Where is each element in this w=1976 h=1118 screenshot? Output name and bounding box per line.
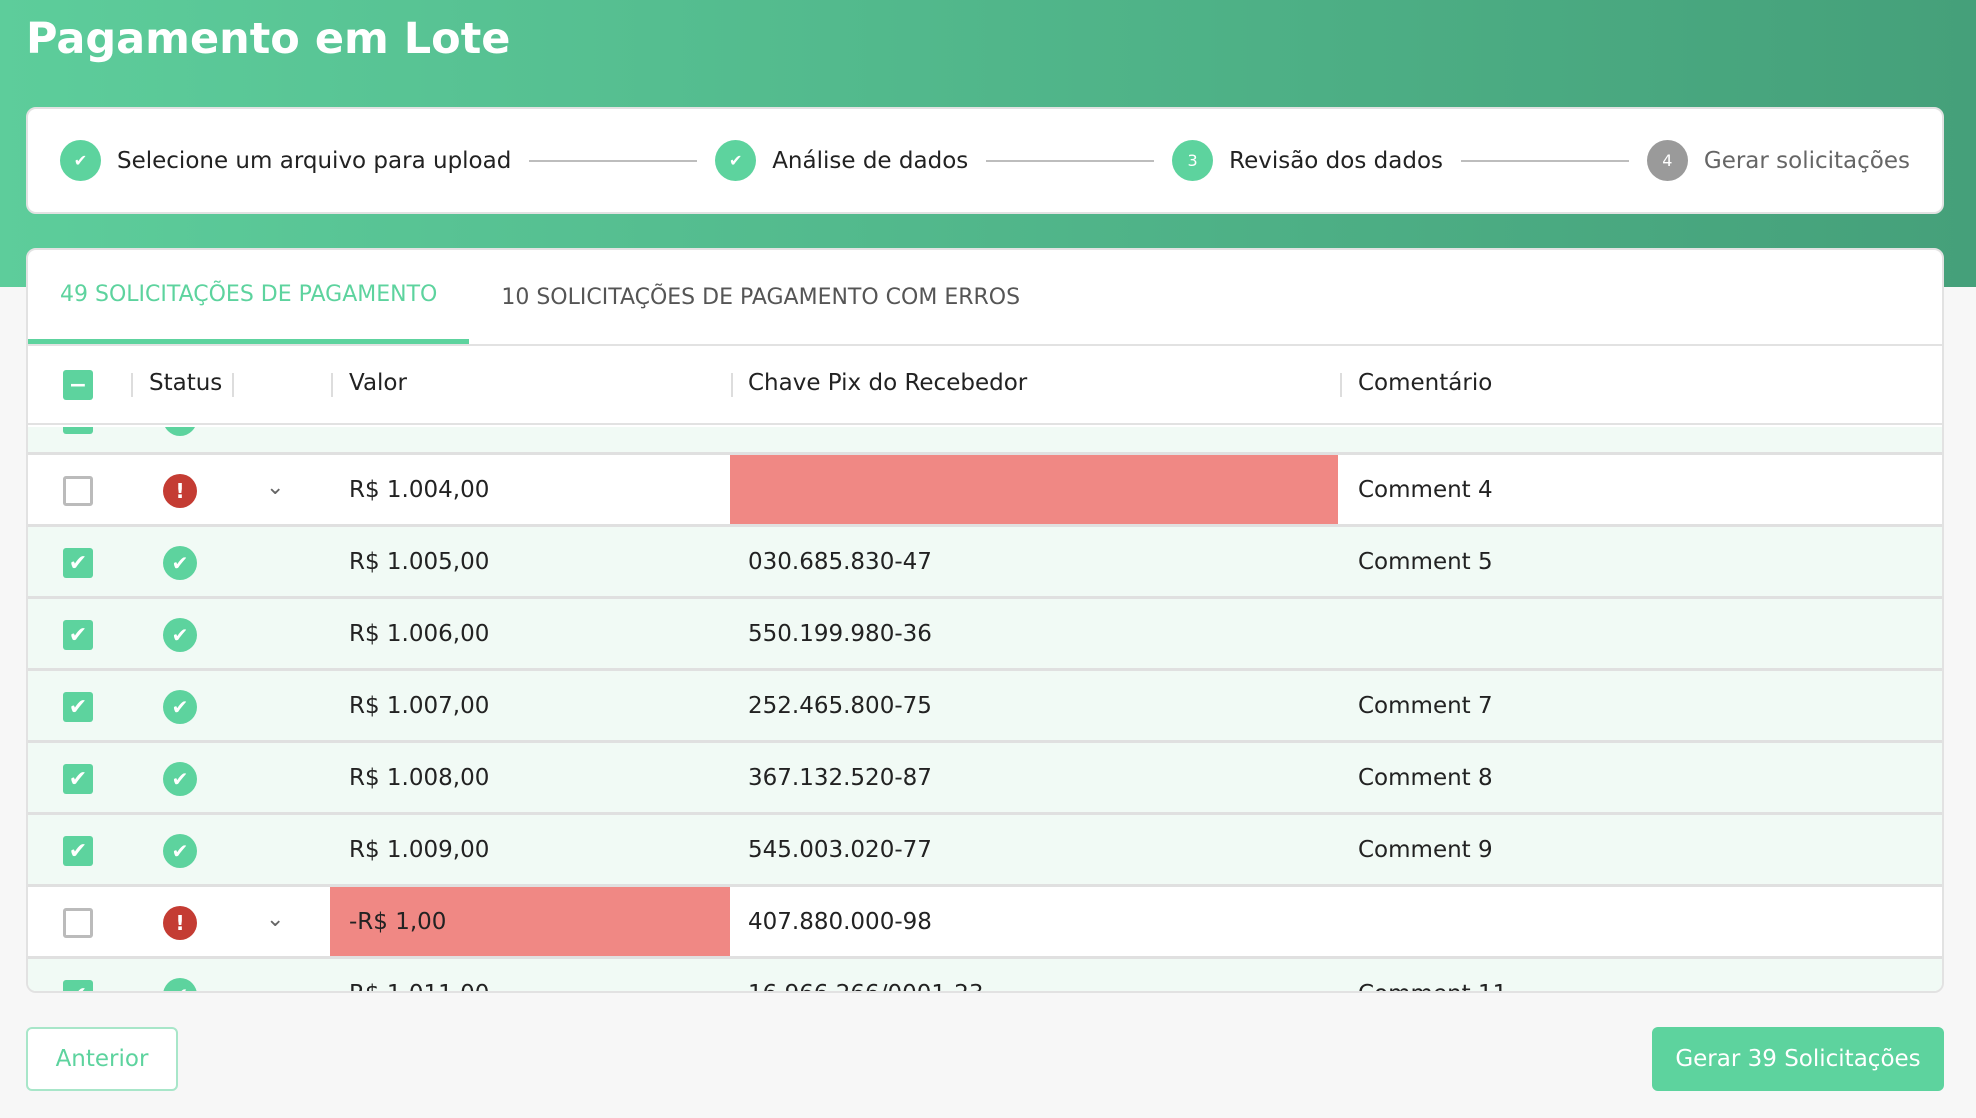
cell-chave: 545.003.020-77 bbox=[748, 837, 932, 863]
select-all-checkbox[interactable]: − bbox=[63, 370, 93, 400]
cell-chave: 367.132.520-87 bbox=[748, 765, 932, 791]
step-generate: 4 Gerar solicitações bbox=[1646, 140, 1910, 181]
step-label: Selecione um arquivo para upload bbox=[117, 147, 512, 174]
cell-valor: R$ 1.008,00 bbox=[349, 765, 490, 791]
row-checkbox[interactable]: ✔ bbox=[63, 548, 93, 578]
success-icon: ✔ bbox=[163, 546, 197, 580]
cell-valor: R$ 1.007,00 bbox=[349, 693, 490, 719]
success-icon: ✔ bbox=[163, 427, 197, 436]
stepper: ✔ Selecione um arquivo para upload ✔ Análi… bbox=[26, 107, 1944, 214]
requests-card: 49 SOLICITAÇÕES DE PAGAMENTO 10 SOLICITA… bbox=[26, 248, 1944, 993]
table-row[interactable]: ✔ ✔ R$ 1.008,00 367.132.520-87 Comment 8 bbox=[28, 743, 1942, 815]
generate-requests-button[interactable]: Gerar 39 Solicitações bbox=[1652, 1027, 1944, 1091]
chevron-down-icon[interactable]: ⌄ bbox=[266, 907, 284, 932]
table-row[interactable]: ! ⌄ R$ 1.004,00 Comment 4 bbox=[28, 455, 1942, 527]
success-icon: ✔ bbox=[163, 762, 197, 796]
table-row[interactable]: ✔ ✔ R$ 1.006,00 550.199.980-36 bbox=[28, 599, 1942, 671]
cell-comentario: Comment 11 bbox=[1358, 981, 1507, 991]
header-chave[interactable]: Chave Pix do Recebedor bbox=[748, 370, 1027, 396]
step-connector bbox=[1461, 159, 1629, 162]
row-checkbox[interactable]: ✔ bbox=[63, 620, 93, 650]
check-icon: ✔ bbox=[715, 140, 757, 181]
row-checkbox[interactable] bbox=[63, 476, 93, 506]
step-analysis: ✔ Análise de dados bbox=[715, 140, 968, 181]
row-checkbox[interactable]: ✔ bbox=[63, 836, 93, 866]
tab-payment-requests[interactable]: 49 SOLICITAÇÕES DE PAGAMENTO bbox=[28, 250, 470, 344]
row-checkbox[interactable] bbox=[63, 908, 93, 938]
cell-comentario: Comment 8 bbox=[1358, 765, 1493, 791]
cell-chave: 407.880.000-98 bbox=[748, 909, 932, 935]
step-review: 3 Revisão dos dados bbox=[1172, 140, 1443, 181]
cell-chave: 252.465.800-75 bbox=[748, 693, 932, 719]
cell-chave: 550.199.980-36 bbox=[748, 621, 932, 647]
step-number: 4 bbox=[1646, 140, 1688, 181]
step-connector bbox=[986, 159, 1155, 162]
header-comentario[interactable]: Comentário bbox=[1358, 370, 1492, 396]
row-checkbox[interactable]: ✔ bbox=[63, 692, 93, 722]
cell-comentario: Comment 4 bbox=[1358, 477, 1493, 503]
cell-valor: R$ 1.009,00 bbox=[349, 837, 490, 863]
success-icon: ✔ bbox=[163, 690, 197, 724]
table-body[interactable]: ✔✔!⌄R$ 1.004,00Comment 4✔✔R$ 1.005,00030… bbox=[28, 427, 1942, 991]
table-row[interactable]: ✔ ✔ R$ 1.007,00 252.465.800-75 Comment 7 bbox=[28, 671, 1942, 743]
cell-valor: R$ 1.005,00 bbox=[349, 549, 490, 575]
row-checkbox[interactable]: ✔ bbox=[63, 427, 93, 434]
cell-valor: -R$ 1,00 bbox=[349, 909, 447, 935]
page-title: Pagamento em Lote bbox=[26, 14, 511, 64]
previous-button[interactable]: Anterior bbox=[26, 1027, 178, 1091]
tab-payment-errors[interactable]: 10 SOLICITAÇÕES DE PAGAMENTO COM ERROS bbox=[469, 250, 1052, 344]
table-row[interactable]: ! ⌄ -R$ 1,00 407.880.000-98 bbox=[28, 887, 1942, 959]
header-valor[interactable]: Valor bbox=[349, 370, 407, 396]
cell-chave: 030.685.830-47 bbox=[748, 549, 932, 575]
step-upload: ✔ Selecione um arquivo para upload bbox=[60, 140, 511, 181]
table-row[interactable]: ✔ ✔ R$ 1.011,00 16.966.266/0001-23 Comment 1… bbox=[28, 959, 1942, 991]
step-label: Gerar solicitações bbox=[1703, 147, 1910, 174]
cell-valor: R$ 1.004,00 bbox=[349, 477, 490, 503]
cell-chave: 16.966.266/0001-23 bbox=[748, 981, 984, 991]
step-label: Revisão dos dados bbox=[1229, 147, 1443, 174]
cell-valor: R$ 1.011,00 bbox=[349, 981, 489, 991]
cell-valor: R$ 1.006,00 bbox=[349, 621, 490, 647]
success-icon: ✔ bbox=[163, 618, 197, 652]
table-row[interactable]: ✔ ✔ R$ 1.009,00 545.003.020-77 Comment 9 bbox=[28, 815, 1942, 887]
cell-comentario: Comment 7 bbox=[1358, 693, 1493, 719]
cell-comentario: Comment 9 bbox=[1358, 837, 1493, 863]
step-label: Análise de dados bbox=[772, 147, 969, 174]
table-header: − Status Valor Chave Pix do Recebedor Co… bbox=[28, 346, 1942, 425]
step-number: 3 bbox=[1172, 140, 1214, 181]
row-checkbox[interactable]: ✔ bbox=[63, 980, 93, 991]
table-row[interactable]: ✔ ✔ R$ 1.005,00 030.685.830-47 Comment 5 bbox=[28, 527, 1942, 599]
chevron-down-icon[interactable]: ⌄ bbox=[266, 475, 284, 500]
step-connector bbox=[529, 159, 698, 162]
cell-comentario: Comment 5 bbox=[1358, 549, 1493, 575]
success-icon: ✔ bbox=[163, 834, 197, 868]
header-status[interactable]: Status bbox=[149, 370, 222, 396]
check-icon: ✔ bbox=[60, 140, 101, 181]
table-row[interactable]: ✔✔ bbox=[28, 427, 1942, 455]
error-icon: ! bbox=[163, 474, 197, 508]
error-icon: ! bbox=[163, 906, 197, 940]
tabs: 49 SOLICITAÇÕES DE PAGAMENTO 10 SOLICITA… bbox=[28, 250, 1942, 346]
row-checkbox[interactable]: ✔ bbox=[63, 764, 93, 794]
success-icon: ✔ bbox=[163, 978, 197, 991]
error-cell bbox=[730, 455, 1338, 524]
